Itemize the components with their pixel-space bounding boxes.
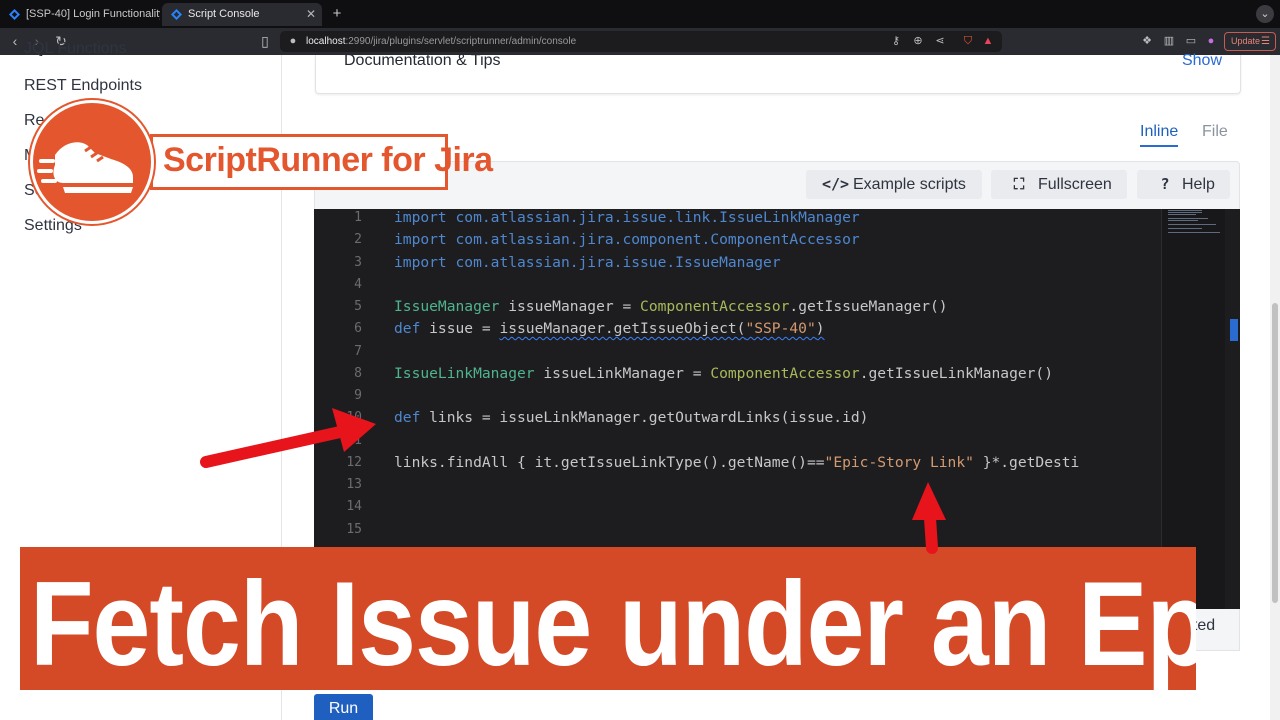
arrow-to-line-10 (200, 408, 376, 468)
annotation-arrows (200, 408, 946, 554)
arrow-to-epic-story-link (912, 482, 946, 554)
screen: [SSP-40] Login Functionality Script Cons… (0, 0, 1280, 720)
